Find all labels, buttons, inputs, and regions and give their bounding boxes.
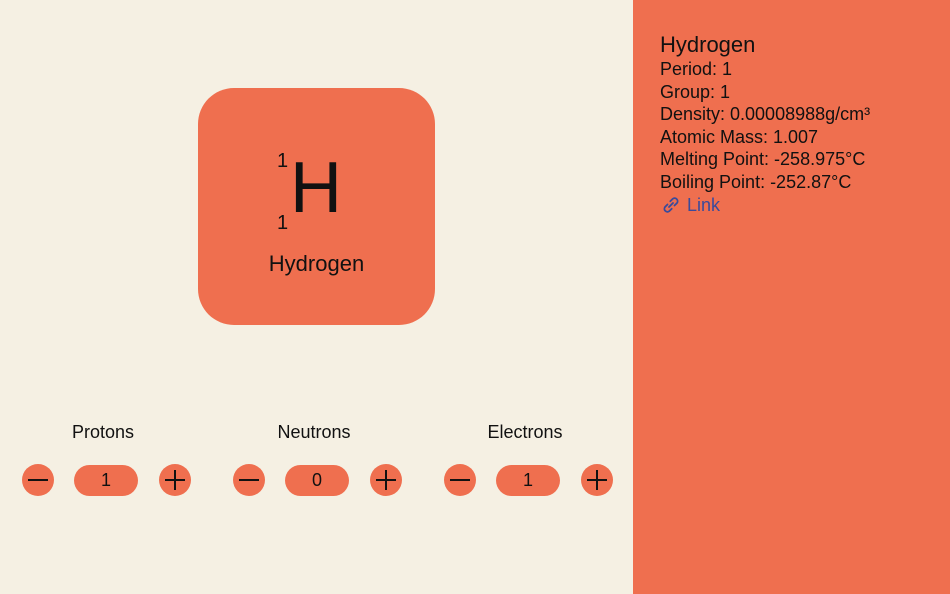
atomic-number: 1 (277, 212, 289, 234)
details-title: Hydrogen (660, 32, 756, 57)
electrons-value: 1 (496, 465, 560, 496)
minus-icon (28, 479, 48, 481)
minus-icon (450, 479, 470, 481)
neutrons-value: 0 (285, 465, 349, 496)
element-symbol: H (290, 148, 342, 228)
element-name: Hydrogen (268, 251, 365, 276)
boiling-point-text: Boiling Point: -252.87°C (660, 171, 852, 192)
mass-number: 1 (277, 150, 289, 172)
electrons-label: Electrons (487, 422, 563, 442)
protons-control: Protons 1 (18, 422, 191, 502)
element-details: Hydrogen Period: 1 Group: 1 Density: 0.0… (660, 32, 940, 217)
neutrons-label: Neutrons (277, 422, 351, 442)
melting-point-text: Melting Point: -258.975°C (660, 149, 866, 169)
wiki-link[interactable]: Link (660, 193, 940, 217)
neutrons-increment-button[interactable] (370, 464, 402, 496)
protons-value: 1 (74, 465, 138, 496)
link-icon (663, 197, 679, 213)
protons-decrement-button[interactable] (22, 464, 54, 496)
electrons-control: Electrons 1 (440, 422, 613, 502)
density-text: Density: 0.00008988g/cm³ (660, 104, 871, 124)
protons-label: Protons (71, 422, 135, 442)
group-text: Group: 1 (660, 81, 731, 102)
element-tile: 1 1 H Hydrogen (198, 88, 435, 325)
period-text: Period: 1 (660, 59, 733, 79)
minus-icon (239, 479, 259, 481)
protons-increment-button[interactable] (159, 464, 191, 496)
neutrons-decrement-button[interactable] (233, 464, 265, 496)
main-panel: 1 1 H Hydrogen Protons 1 Neutrons 0 Elec… (0, 0, 633, 594)
atomic-mass-text: Atomic Mass: 1.007 (660, 126, 819, 147)
link-label: Link (687, 195, 721, 215)
electrons-decrement-button[interactable] (444, 464, 476, 496)
neutrons-control: Neutrons 0 (229, 422, 402, 502)
electrons-increment-button[interactable] (581, 464, 613, 496)
